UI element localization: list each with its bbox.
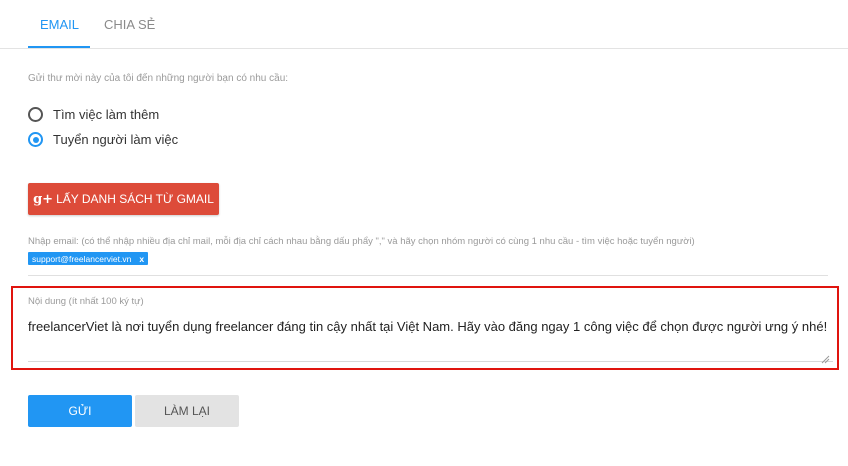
radio-checked-icon[interactable] (28, 132, 43, 147)
option-find-job[interactable]: Tìm việc làm thêm (28, 107, 159, 122)
option-hire-label: Tuyển người làm việc (53, 132, 179, 147)
intro-text: Gửi thư mời này của tôi đến những người … (28, 73, 289, 84)
content-textarea[interactable]: freelancerViet là nơi tuyển dụng freelan… (28, 315, 833, 362)
email-input-label: Nhập email: (có thể nhập nhiều địa chỉ m… (28, 236, 695, 247)
content-label: Nội dung (ít nhất 100 ký tự) (28, 296, 144, 307)
send-button[interactable]: GỬI (28, 395, 132, 427)
tab-bar: EMAIL CHIA SẺ (0, 0, 848, 49)
radio-unchecked-icon[interactable] (28, 107, 43, 122)
gmail-button-label: LẤY DANH SÁCH TỪ GMAIL (56, 192, 214, 206)
gmail-contacts-button[interactable]: g+ LẤY DANH SÁCH TỪ GMAIL (28, 183, 219, 215)
email-input-field[interactable] (28, 275, 828, 276)
option-find-job-label: Tìm việc làm thêm (53, 107, 160, 122)
remove-tag-icon[interactable]: x (139, 254, 144, 264)
email-tag: support@freelancerviet.vn x (28, 252, 149, 265)
active-tab-indicator (28, 46, 90, 48)
email-tag-text: support@freelancerviet.vn (32, 253, 132, 264)
resize-handle-icon[interactable] (820, 354, 830, 364)
google-plus-icon: g+ (33, 191, 54, 207)
option-hire[interactable]: Tuyển người làm việc (28, 132, 178, 147)
reset-button[interactable]: LÀM LẠI (135, 395, 239, 427)
tab-share[interactable]: CHIA SẺ (104, 17, 155, 32)
tab-email[interactable]: EMAIL (40, 17, 79, 32)
